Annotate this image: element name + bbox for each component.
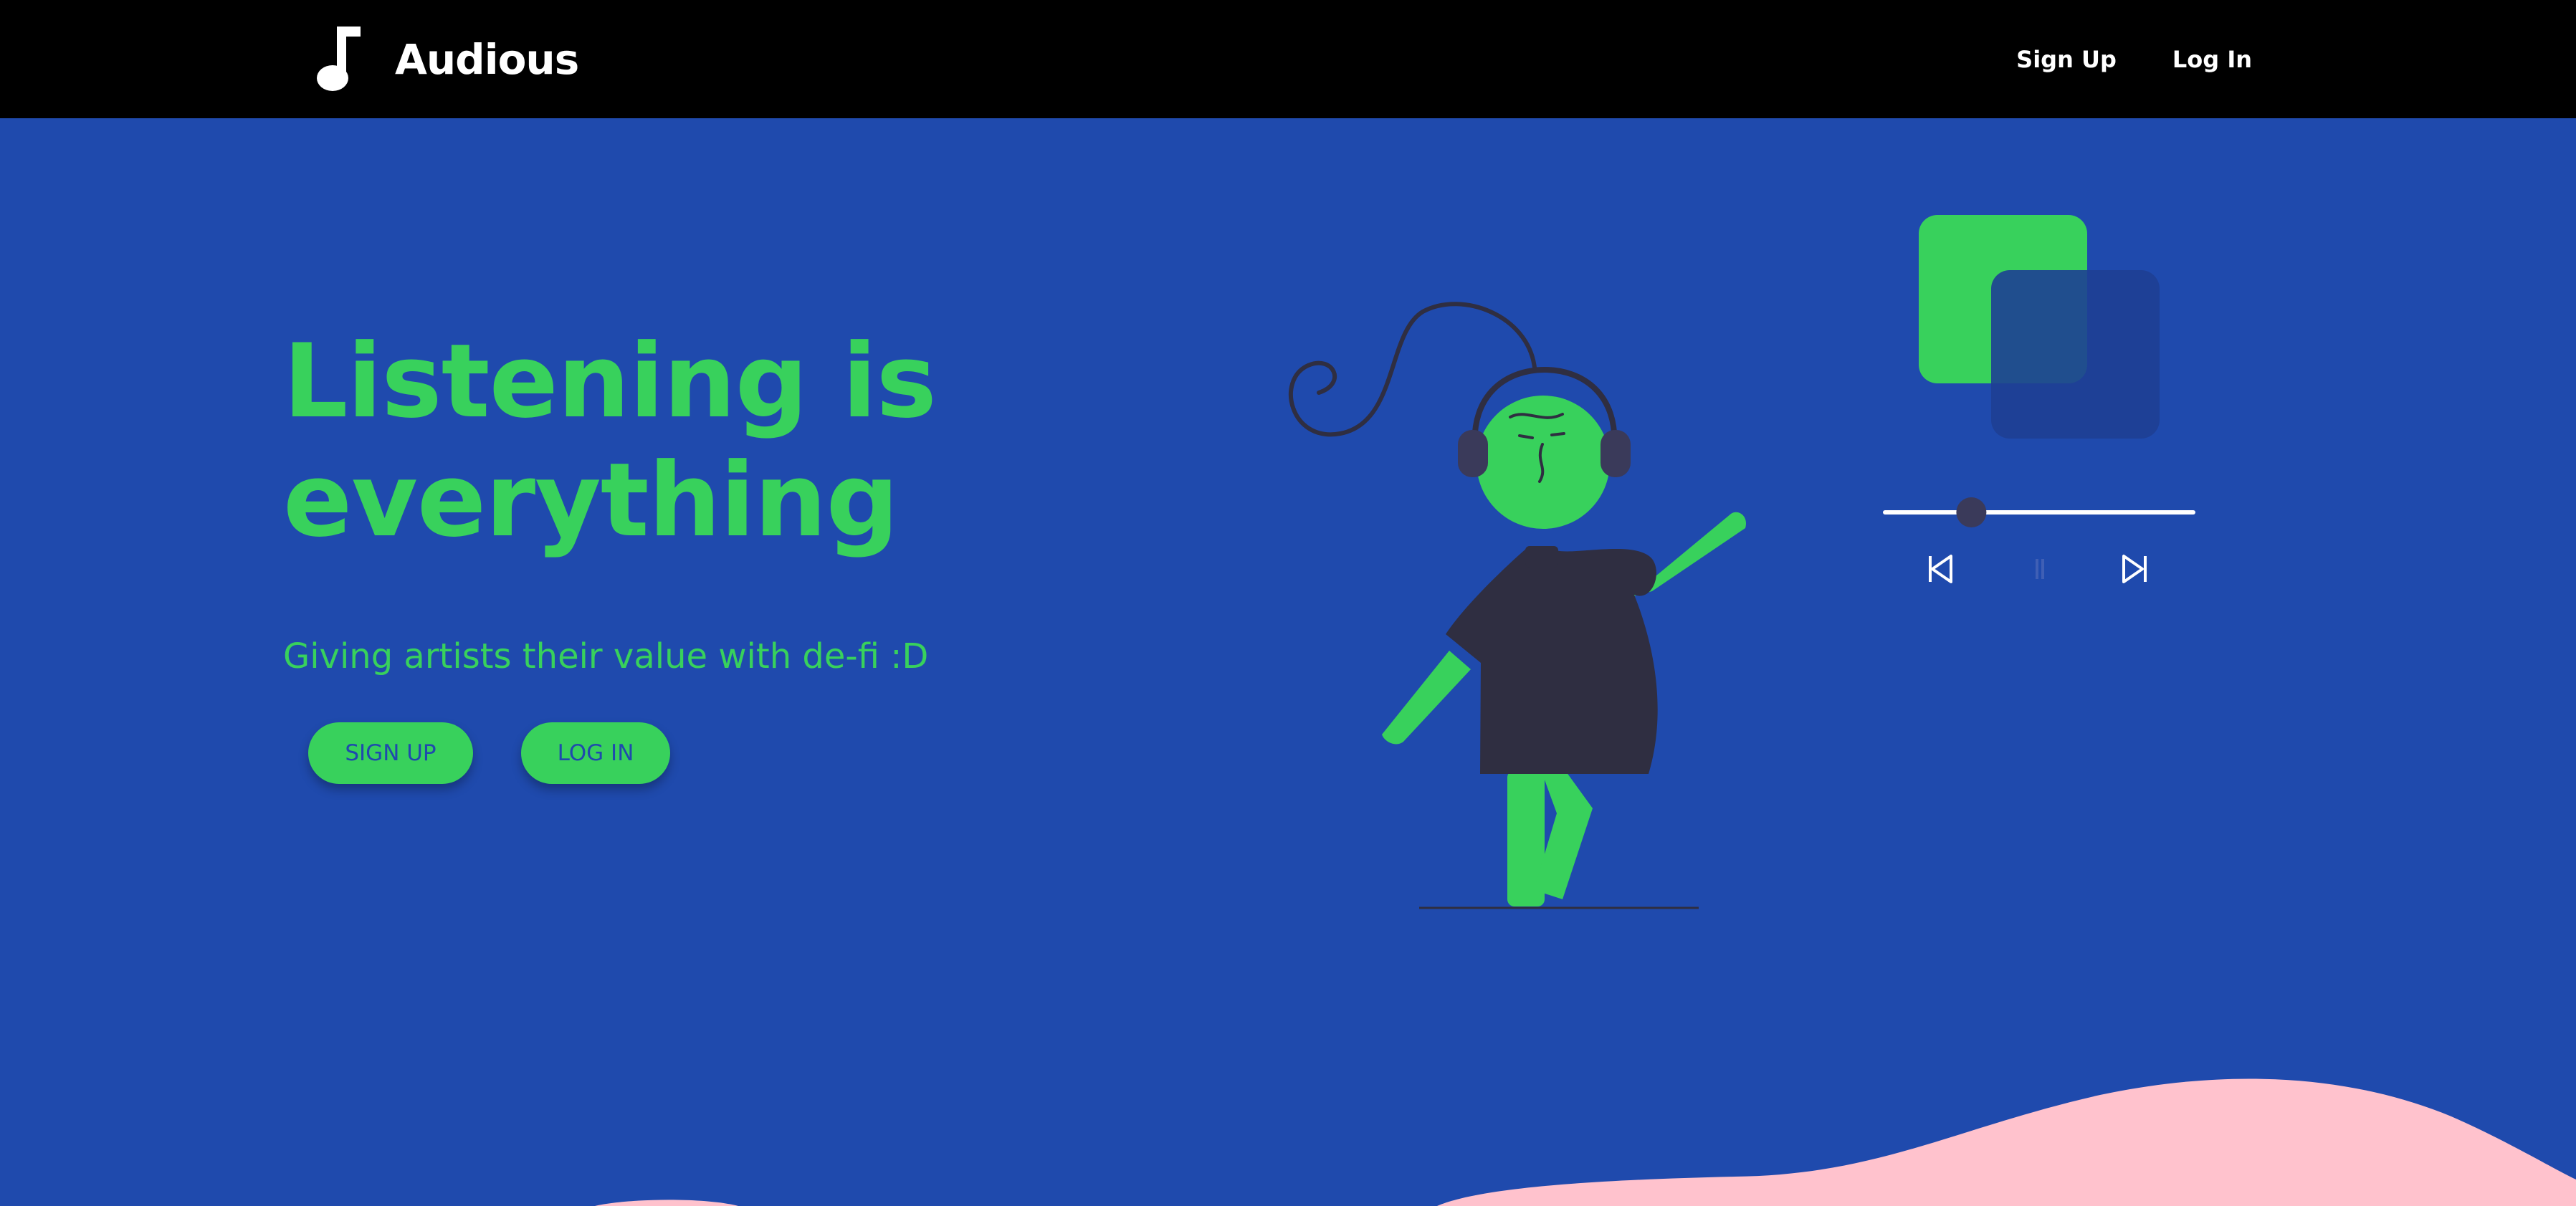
wave-shape-large (1437, 1078, 2576, 1206)
nav-links: Sign Up Log In (2016, 0, 2252, 118)
hero-illustration (1289, 215, 2195, 909)
login-button[interactable]: LOG IN (521, 722, 670, 784)
wave-shape-small (595, 1200, 738, 1206)
person-figure (1289, 302, 1746, 909)
skip-previous-icon[interactable] (1929, 555, 1952, 583)
person-head (1477, 396, 1610, 529)
left-arm (1382, 651, 1471, 745)
progress-slider[interactable] (1883, 497, 2195, 527)
decorative-waves (595, 1078, 2576, 1206)
music-note-icon (317, 27, 361, 91)
hero-headline: Listening is everything (283, 322, 1072, 560)
headphone-left-cup (1458, 430, 1488, 477)
brand-logo[interactable]: Audious (313, 25, 579, 93)
hero-headline-line-2: everything (283, 441, 899, 560)
brand-name: Audious (395, 34, 579, 84)
pause-icon[interactable] (2036, 559, 2044, 579)
hero-headline-line-1: Listening is (283, 322, 937, 441)
skip-next-icon[interactable] (2122, 555, 2147, 583)
headphone-right-cup (1601, 430, 1631, 477)
signup-button[interactable]: SIGN UP (308, 722, 473, 784)
person-body (1446, 548, 1658, 774)
nav-login-link[interactable]: Log In (2172, 46, 2252, 73)
hero-tagline: Giving artists their value with de-fi :D (283, 636, 929, 676)
progress-knob[interactable] (1956, 497, 1987, 527)
navbar: Audious Sign Up Log In (0, 0, 2576, 118)
landing-page: Audious Sign Up Log In Listening is ever… (0, 0, 2576, 1206)
album-cover-back (1991, 270, 2160, 439)
nav-signup-link[interactable]: Sign Up (2016, 46, 2117, 73)
